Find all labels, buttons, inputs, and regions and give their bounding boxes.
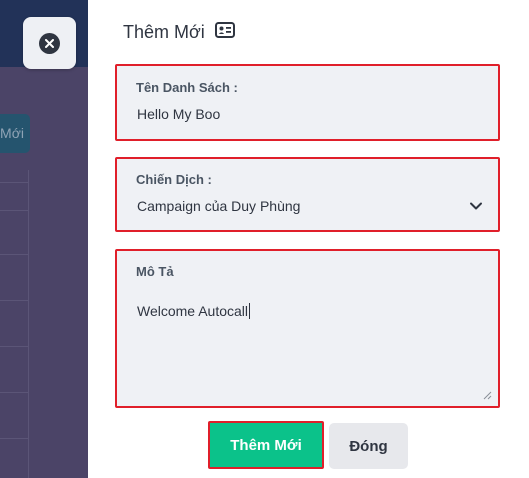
description-text: Welcome Autocall bbox=[137, 303, 249, 319]
contact-card-icon bbox=[214, 22, 235, 43]
campaign-label: Chiến Dịch : bbox=[136, 172, 212, 187]
campaign-select[interactable]: Chiến Dịch : Campaign của Duy Phùng bbox=[115, 157, 500, 232]
background-row-divider bbox=[0, 254, 28, 255]
background-row-divider bbox=[0, 392, 28, 393]
description-field[interactable]: Mô Tả Welcome Autocall bbox=[115, 249, 500, 408]
background-row-divider bbox=[0, 438, 28, 439]
background-app: Mới bbox=[0, 0, 88, 478]
close-drawer-button[interactable] bbox=[23, 17, 76, 69]
chevron-down-icon[interactable] bbox=[469, 199, 483, 213]
background-row-divider bbox=[0, 300, 28, 301]
close-icon bbox=[39, 32, 60, 54]
close-button[interactable]: Đóng bbox=[329, 423, 408, 469]
description-textarea[interactable]: Welcome Autocall bbox=[137, 303, 251, 319]
background-row-divider bbox=[0, 182, 28, 183]
background-row-divider bbox=[0, 210, 28, 211]
drawer-title: Thêm Mới bbox=[123, 22, 205, 42]
background-add-button: Mới bbox=[0, 114, 30, 153]
campaign-selected-value[interactable]: Campaign của Duy Phùng bbox=[137, 198, 300, 214]
description-label: Mô Tả bbox=[136, 264, 174, 279]
add-list-drawer: Thêm Mới Tên Danh Sách : Hello My Boo Ch… bbox=[88, 0, 529, 478]
resize-grip-icon[interactable] bbox=[482, 390, 492, 400]
submit-button[interactable]: Thêm Mới bbox=[208, 421, 324, 469]
submit-button-label: Thêm Mới bbox=[212, 425, 320, 465]
text-caret bbox=[249, 303, 251, 319]
list-name-label: Tên Danh Sách : bbox=[136, 80, 238, 95]
drawer-header: Thêm Mới bbox=[123, 22, 235, 43]
list-name-input[interactable]: Hello My Boo bbox=[137, 106, 220, 122]
background-row-divider bbox=[0, 346, 28, 347]
background-column-divider bbox=[28, 170, 29, 478]
list-name-field[interactable]: Tên Danh Sách : Hello My Boo bbox=[115, 64, 500, 141]
